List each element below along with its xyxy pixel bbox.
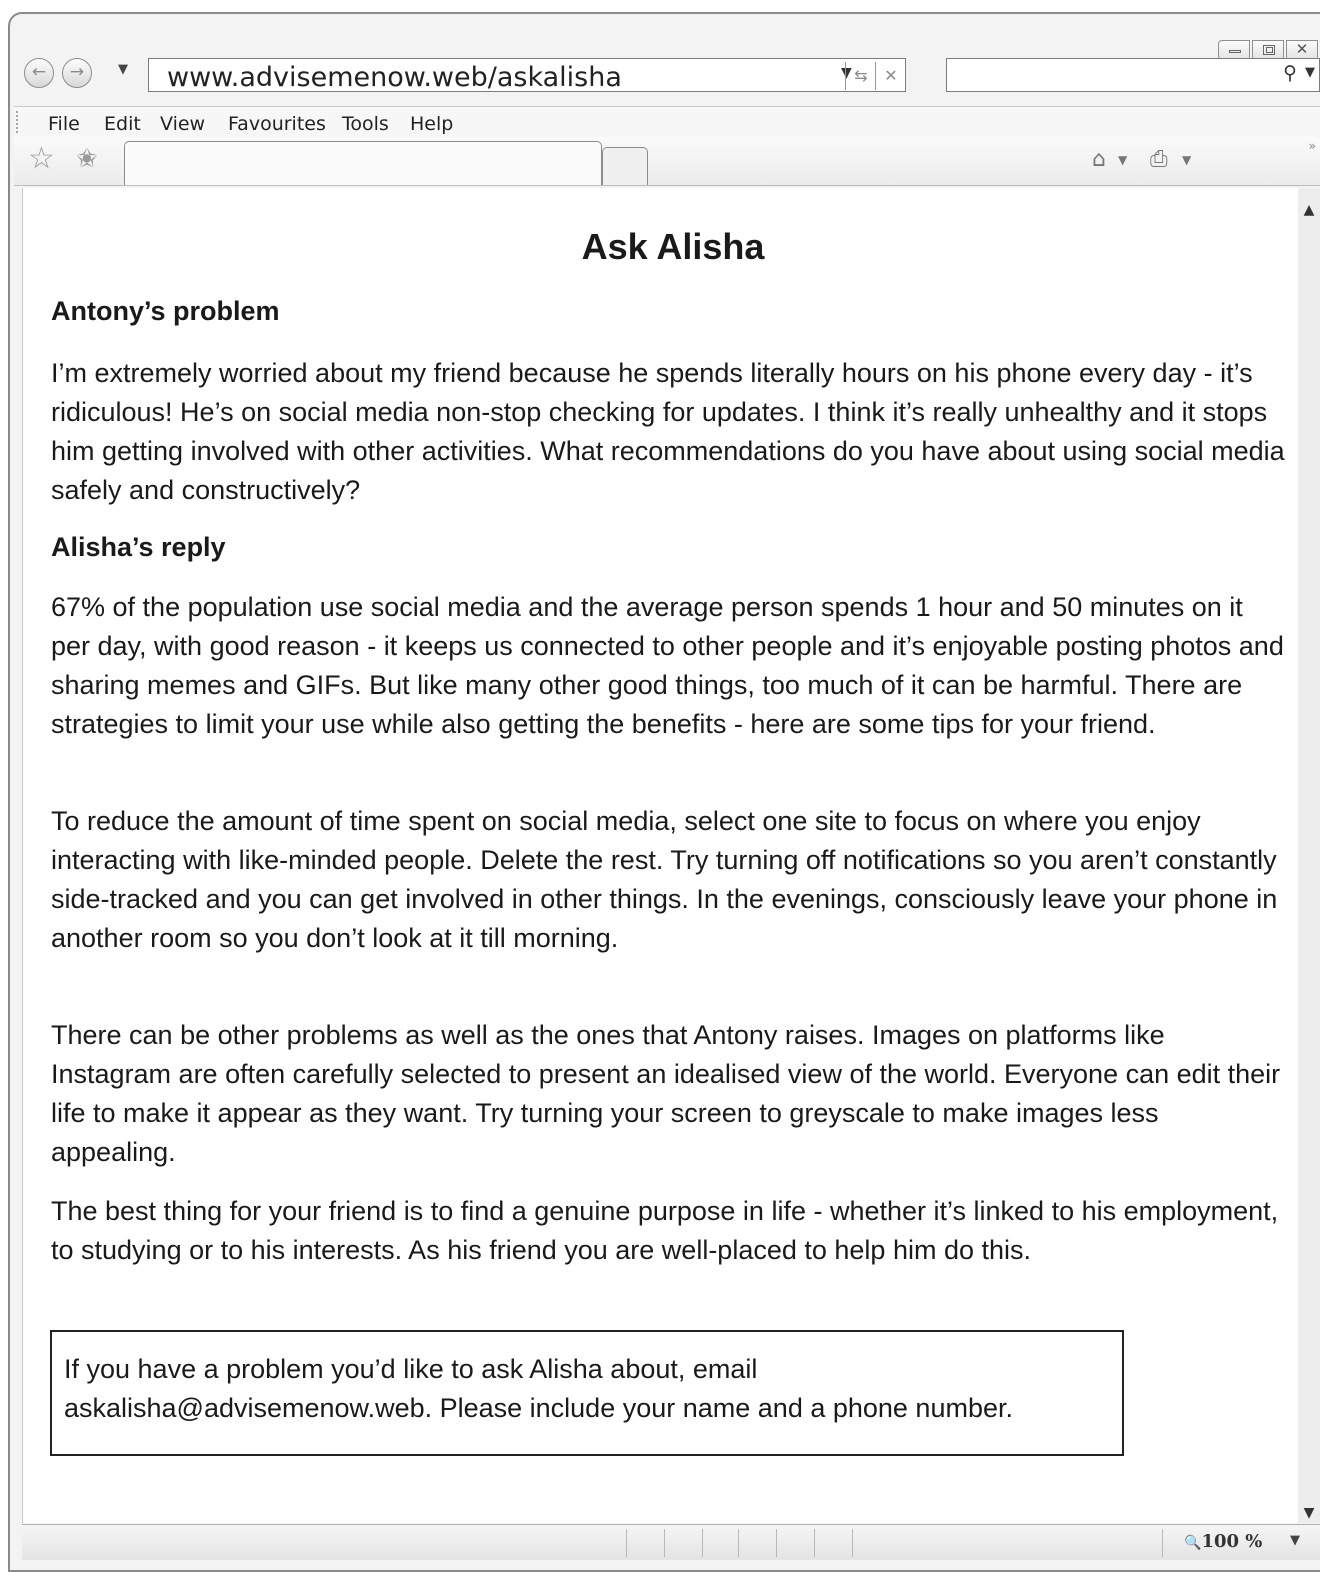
status-divider: [626, 1529, 627, 1557]
menu-tools[interactable]: Tools: [342, 113, 389, 135]
more-tools-icon[interactable]: »: [1309, 139, 1316, 153]
tab-current[interactable]: [124, 141, 602, 185]
home-icon[interactable]: ⌂: [1092, 147, 1106, 172]
menu-view[interactable]: View: [160, 113, 205, 135]
add-favourites-icon[interactable]: ✬: [76, 144, 98, 174]
search-icon[interactable]: ⚲: [1283, 62, 1297, 84]
page-title: Ask Alisha: [581, 226, 765, 267]
minimize-button[interactable]: [1218, 40, 1250, 60]
zoom-dropdown-icon[interactable]: ▼: [1290, 1533, 1300, 1548]
reply-heading: Alisha’s reply: [51, 532, 226, 562]
back-button[interactable]: ←: [24, 58, 54, 88]
page-content: Ask Alisha Antony’s problem I’m extremel…: [22, 188, 1299, 1523]
back-arrow-icon: ←: [31, 62, 47, 82]
status-divider: [664, 1529, 665, 1557]
zoom-icon: 🔍: [1184, 1535, 1202, 1551]
status-divider: [738, 1529, 739, 1557]
status-divider: [702, 1529, 703, 1557]
status-bar: 🔍100 % ▼: [22, 1524, 1320, 1560]
print-icon[interactable]: ⎙: [1150, 147, 1168, 172]
reply-paragraph-3: There can be other problems as well as t…: [51, 1020, 1281, 1167]
maximize-icon: [1263, 45, 1275, 55]
refresh-icon[interactable]: ⇆: [845, 62, 876, 90]
problem-text: I’m extremely worried about my friend be…: [51, 358, 1285, 505]
scroll-up-icon[interactable]: ▲: [1298, 202, 1320, 218]
status-divider: [1162, 1529, 1163, 1557]
close-window-button[interactable]: ✕: [1286, 40, 1318, 60]
favourites-star-icon[interactable]: ☆: [28, 141, 55, 176]
history-dropdown-icon[interactable]: ▼: [118, 62, 128, 77]
status-divider: [852, 1529, 853, 1557]
reply-paragraph-4: The best thing for your friend is to fin…: [51, 1196, 1279, 1265]
navigation-bar: ← → ▼ www.advisemenow.web/askalisha ▼ ⇆ …: [18, 58, 1320, 94]
home-dropdown-icon[interactable]: ▼: [1118, 153, 1127, 167]
maximize-button[interactable]: [1252, 40, 1284, 60]
menu-bar: File Edit View Favourites Tools Help: [14, 106, 1320, 138]
favourites-bar: ☆ ✬ ⌂ ▼ ⎙ ▼ »: [14, 137, 1320, 186]
search-dropdown-icon[interactable]: ▼: [1305, 65, 1315, 80]
address-bar[interactable]: www.advisemenow.web/askalisha ▼ ⇆ ✕: [148, 58, 906, 93]
forward-arrow-icon: →: [69, 62, 85, 82]
scroll-down-icon[interactable]: ▼: [1298, 1505, 1320, 1521]
status-divider: [814, 1529, 815, 1557]
reply-paragraph-2: To reduce the amount of time spent on so…: [51, 806, 1278, 953]
new-tab-button[interactable]: [602, 147, 648, 185]
contact-note-box: If you have a problem you’d like to ask …: [50, 1330, 1124, 1456]
menu-file[interactable]: File: [48, 113, 80, 135]
print-dropdown-icon[interactable]: ▼: [1182, 153, 1191, 167]
window-controls: ✕: [1216, 40, 1318, 60]
zoom-level[interactable]: 🔍100 %: [1184, 1531, 1262, 1552]
menu-help[interactable]: Help: [410, 113, 453, 135]
menu-favourites[interactable]: Favourites: [228, 113, 326, 135]
address-url[interactable]: www.advisemenow.web/askalisha: [167, 62, 622, 93]
vertical-scrollbar[interactable]: ▲ ▼: [1298, 188, 1320, 1523]
minimize-icon: [1229, 50, 1241, 53]
search-input[interactable]: ⚲ ▼: [946, 58, 1320, 92]
contact-note-text: If you have a problem you’d like to ask …: [64, 1354, 1013, 1423]
problem-heading: Antony’s problem: [51, 296, 280, 326]
zoom-value: 100 %: [1201, 1531, 1263, 1552]
forward-button[interactable]: →: [62, 58, 92, 88]
reply-paragraph-1: 67% of the population use social media a…: [51, 592, 1284, 739]
menu-edit[interactable]: Edit: [104, 113, 141, 135]
stop-icon[interactable]: ✕: [875, 62, 906, 90]
close-icon: ✕: [1295, 40, 1309, 58]
menu-grip: [16, 111, 20, 133]
status-divider: [776, 1529, 777, 1557]
